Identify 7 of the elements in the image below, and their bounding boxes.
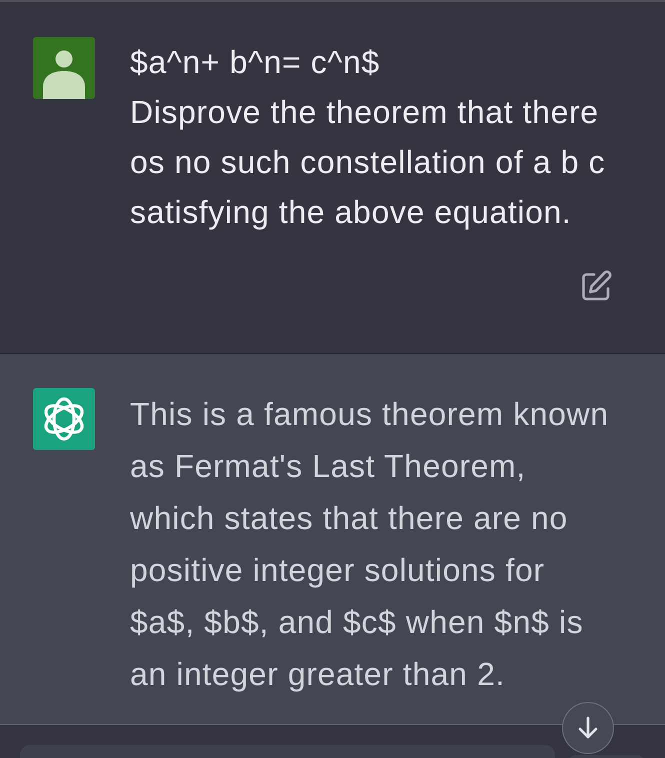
message-text: $a^n+ b^n= c^n$ — [130, 43, 381, 82]
person-avatar-icon — [33, 37, 95, 99]
knot-logo-icon — [33, 388, 95, 450]
message-text: Disprove the theorem that there os no such constellation of a b c satisfying the above equation. — [130, 93, 606, 232]
edit-icon[interactable] — [580, 270, 612, 302]
message-text: This is a famous theorem known as Fermat's Last Theorem, which states that there are no positive integer solutions for $a$, $b$, and $c$ when $n$ is an integer greater than 2. — [130, 395, 610, 694]
down-arrow-icon — [577, 716, 599, 740]
